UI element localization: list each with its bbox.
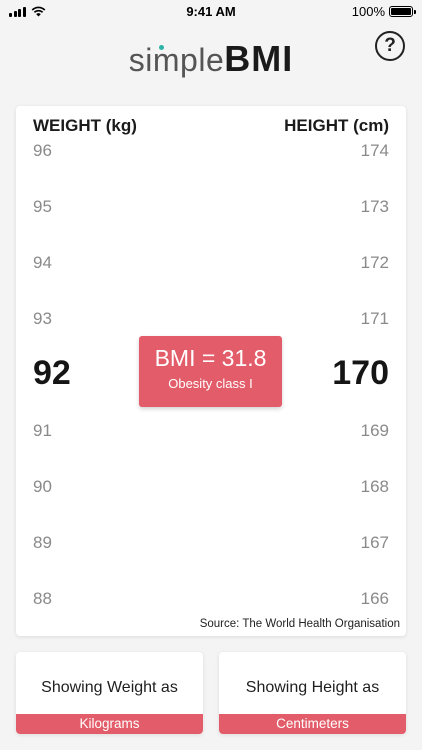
weight-unit-value[interactable]: Kilograms xyxy=(16,714,203,734)
bmi-value: BMI = 31.8 xyxy=(154,345,267,371)
logo-bmi: BMI xyxy=(224,38,294,79)
height-option[interactable]: 173 xyxy=(361,197,389,217)
height-option[interactable]: 171 xyxy=(361,309,389,329)
weight-option[interactable]: 95 xyxy=(33,197,52,217)
bmi-card: WEIGHT (kg) HEIGHT (cm) 96 95 94 93 92 9… xyxy=(16,106,406,636)
bmi-classification: Obesity class I xyxy=(168,376,253,391)
status-right: 100% xyxy=(351,4,416,19)
height-unit-toggle[interactable]: Showing Height as Centimeters xyxy=(219,652,406,734)
height-unit-value[interactable]: Centimeters xyxy=(219,714,406,734)
logo-simple: simple xyxy=(128,42,225,78)
weight-option[interactable]: 91 xyxy=(33,421,52,441)
weight-option[interactable]: 90 xyxy=(33,477,52,497)
height-header: HEIGHT (cm) xyxy=(284,116,389,135)
logo-dot xyxy=(158,45,164,50)
weight-option[interactable]: 94 xyxy=(33,253,52,273)
weight-unit-label: Showing Weight as xyxy=(41,679,178,696)
bmi-result-badge: BMI = 31.8 Obesity class I xyxy=(139,336,282,407)
weight-option[interactable]: 93 xyxy=(33,309,52,329)
weight-header: WEIGHT (kg) xyxy=(33,116,137,135)
selected-weight[interactable]: 92 xyxy=(33,354,71,393)
app-logo: simple BMI xyxy=(0,38,422,80)
height-option[interactable]: 167 xyxy=(361,533,389,553)
battery-icon xyxy=(389,6,416,17)
height-option[interactable]: 169 xyxy=(361,421,389,441)
weight-option[interactable]: 88 xyxy=(33,589,52,609)
selected-height[interactable]: 170 xyxy=(332,354,389,393)
help-button[interactable]: ? xyxy=(375,31,405,61)
weight-option[interactable]: 89 xyxy=(33,533,52,553)
weight-option[interactable]: 96 xyxy=(33,141,52,161)
weight-unit-toggle[interactable]: Showing Weight as Kilograms xyxy=(16,652,203,734)
height-option[interactable]: 174 xyxy=(361,141,389,161)
height-option[interactable]: 168 xyxy=(361,477,389,497)
status-bar: 9:41 AM 100% xyxy=(0,0,422,24)
source-credit: Source: The World Health Organisation xyxy=(199,618,400,630)
battery-percent: 100% xyxy=(351,4,385,19)
height-option[interactable]: 166 xyxy=(361,589,389,609)
height-unit-label: Showing Height as xyxy=(245,679,380,696)
height-option[interactable]: 172 xyxy=(361,253,389,273)
